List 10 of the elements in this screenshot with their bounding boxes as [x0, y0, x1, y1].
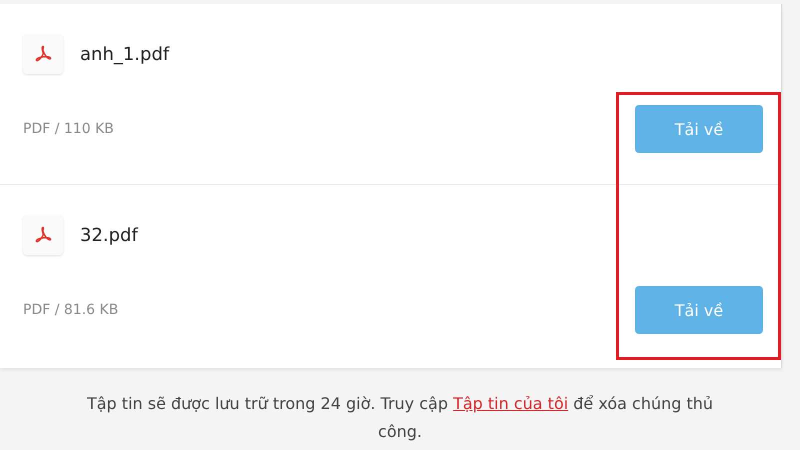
pdf-icon [33, 225, 53, 245]
file-name: 32.pdf [80, 224, 138, 246]
download-button[interactable]: Tải về [635, 286, 763, 334]
download-button[interactable]: Tải về [635, 105, 763, 153]
pdf-icon [33, 44, 53, 64]
file-meta: PDF / 81.6 KB [23, 302, 118, 318]
file-name: anh_1.pdf [80, 44, 170, 64]
storage-notice: Tập tin sẽ được lưu trữ trong 24 giờ. Truy cập Tập tin của tôi để xóa chúng thủ công. [86, 393, 714, 443]
file-meta: PDF / 110 KB [23, 121, 114, 137]
my-files-link[interactable]: Tập tin của tôi [453, 394, 568, 413]
